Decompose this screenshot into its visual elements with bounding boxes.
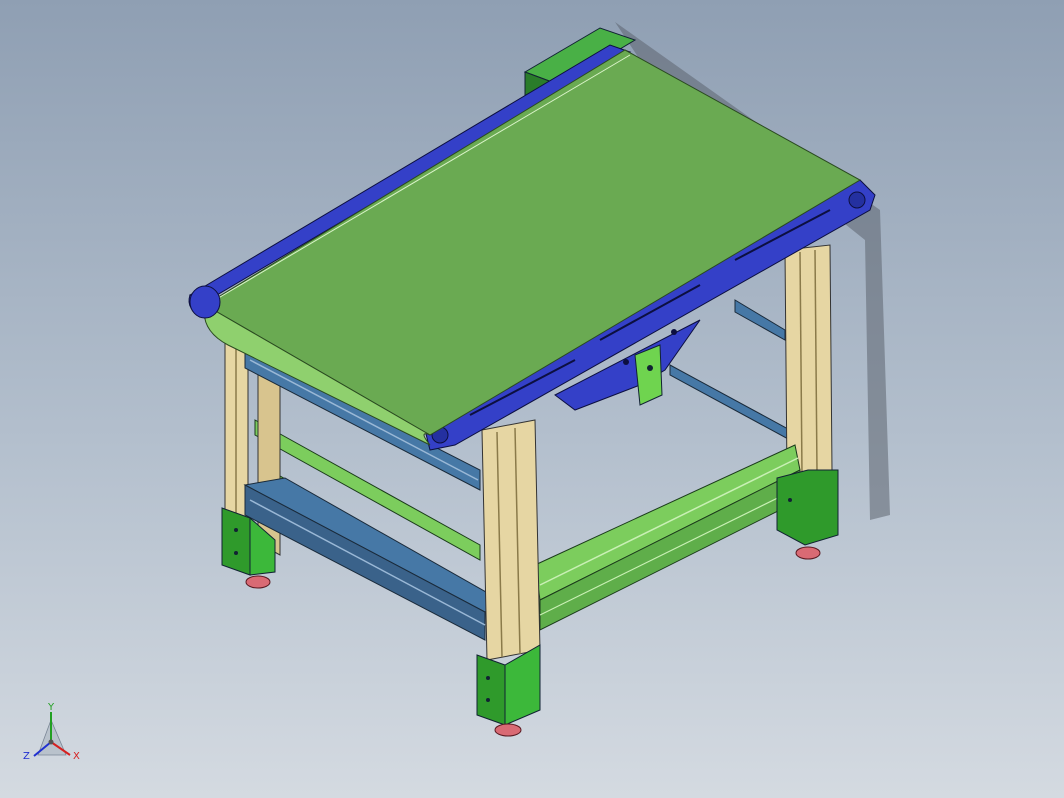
orientation-triad[interactable]: Y X Z [18,700,88,770]
triad-origin-icon [48,739,54,745]
foot-back-right [776,469,839,560]
leg-back-right [784,244,833,479]
triad-y-label: Y [47,702,55,713]
triad-z-label: Z [23,751,30,762]
lower-rail-left [243,477,501,641]
mounting-bracket [634,344,663,406]
triad-x-label: X [73,751,80,762]
cad-viewport[interactable]: Y X Z [0,0,1064,798]
leg-front-right [481,419,541,661]
lower-rail-front [534,444,801,631]
foot-front-right [476,644,541,737]
front-roller-cap [189,285,221,319]
conveyor-assembly-model[interactable] [0,0,1064,798]
